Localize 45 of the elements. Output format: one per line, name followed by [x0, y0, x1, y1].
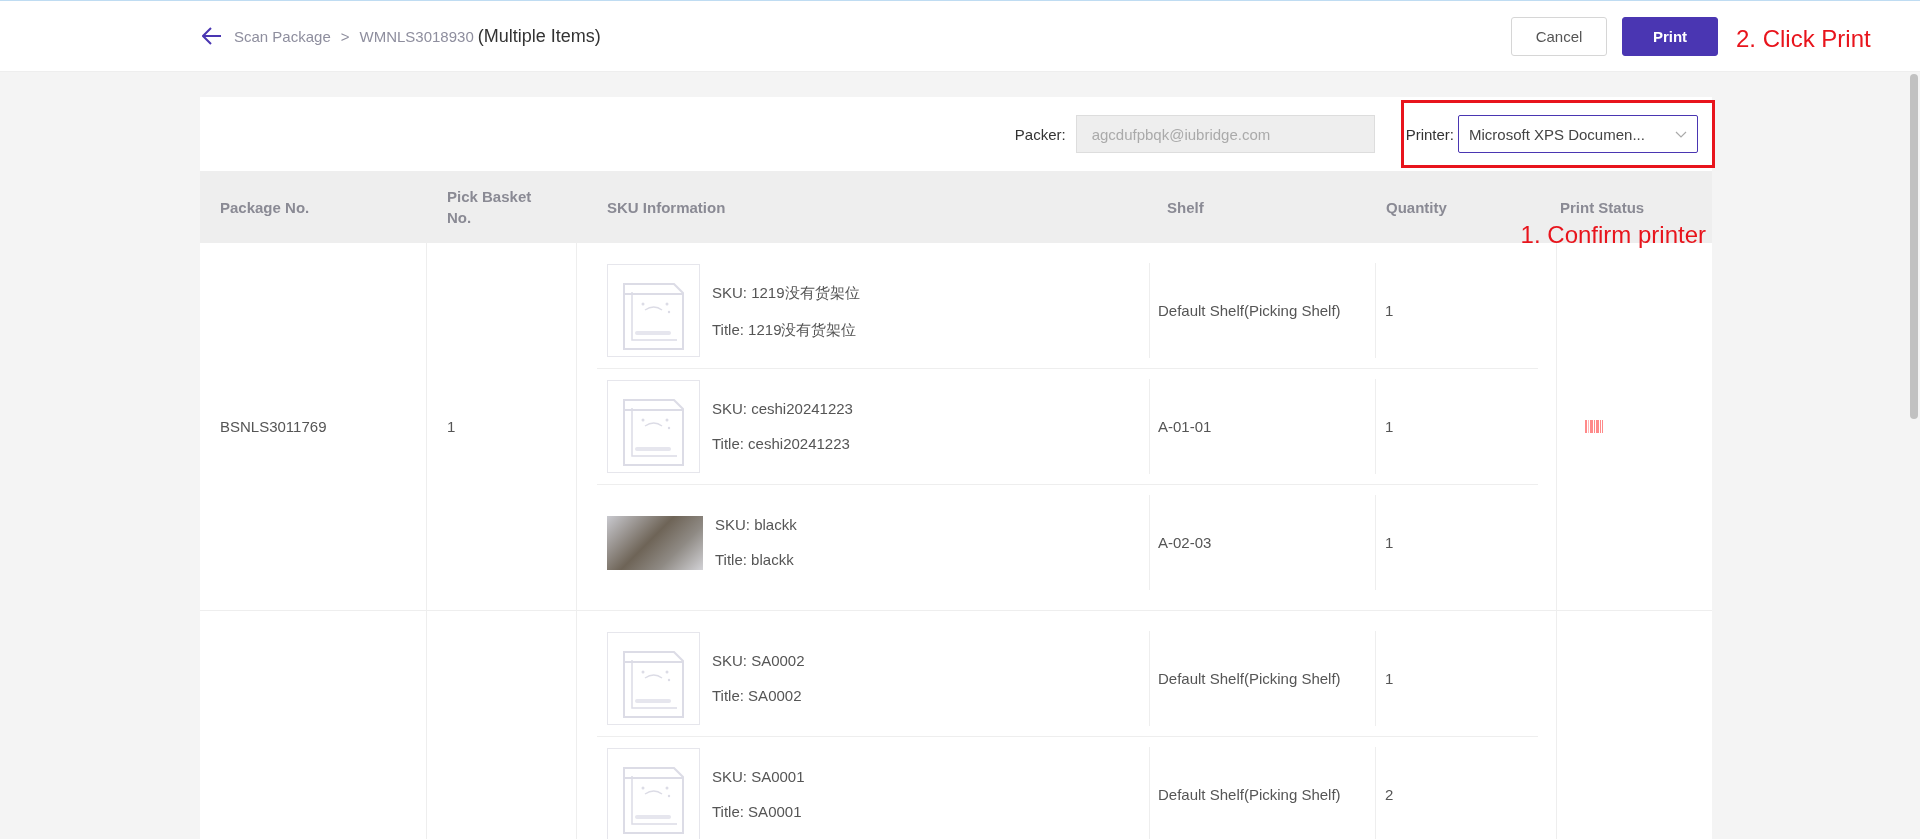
sku-text: SKU: ceshi20241223	[712, 400, 853, 417]
packer-label: Packer:	[1014, 125, 1066, 143]
barcode-icon	[1585, 420, 1603, 433]
shelf-text: A-02-03	[1158, 534, 1212, 551]
shelf-text: A-01-01	[1158, 418, 1212, 435]
sku-text: SKU: 1219没有货架位	[712, 284, 860, 303]
quantity-text: 1	[1385, 302, 1394, 319]
quantity-text: 2	[1385, 786, 1394, 803]
printer-label: Printer:	[1405, 125, 1454, 143]
column-header: SKU Information	[607, 197, 726, 218]
sku-text: SKU: SA0002	[712, 652, 805, 669]
column-header: Shelf	[1167, 197, 1204, 218]
no-image-icon	[607, 380, 700, 473]
sku-text: SKU: SA0001	[712, 768, 805, 785]
title-text: Title: SA0002	[712, 687, 803, 704]
annotation-text: 2. Click Print	[1736, 24, 1872, 54]
title-text: Title: SA0001	[712, 803, 803, 820]
order-number: WMNLS3018930	[359, 27, 474, 45]
title-text: Title: blackk	[715, 551, 795, 568]
back-arrow-icon	[202, 27, 222, 45]
basket-number: 1	[447, 418, 456, 435]
shelf-text: Default Shelf(Picking Shelf)	[1158, 786, 1341, 803]
package-number: BSNLS3011769	[220, 418, 327, 435]
shelf-text: Default Shelf(Picking Shelf)	[1158, 670, 1341, 687]
no-image-icon	[607, 632, 700, 725]
title-text: Title: ceshi20241223	[712, 435, 851, 452]
column-header: Print Status	[1560, 197, 1645, 218]
column-header: Package No.	[220, 197, 310, 218]
page-title: (Multiple Items)	[477, 25, 601, 47]
column-header: Pick Basket No.	[447, 187, 533, 228]
shelf-text: Default Shelf(Picking Shelf)	[1158, 302, 1341, 319]
breadcrumb-separator: >	[340, 27, 350, 45]
sku-text: SKU: blackk	[715, 516, 797, 533]
print-button[interactable]: Print	[1622, 16, 1718, 56]
title-text: Title: 1219没有货架位	[712, 321, 858, 340]
quantity-text: 1	[1385, 670, 1394, 687]
cancel-button[interactable]: Cancel	[1511, 16, 1607, 56]
chevron-down-icon	[1675, 130, 1687, 138]
quantity-text: 1	[1385, 534, 1394, 551]
quantity-text: 1	[1385, 418, 1394, 435]
column-header: Quantity	[1386, 197, 1447, 218]
scrollbar-thumb[interactable]	[1910, 74, 1918, 419]
no-image-icon	[607, 264, 700, 357]
annotation-text: 1. Confirm printer	[1520, 221, 1706, 249]
printer-select[interactable]: Microsoft XPS Documen...	[1458, 115, 1698, 153]
